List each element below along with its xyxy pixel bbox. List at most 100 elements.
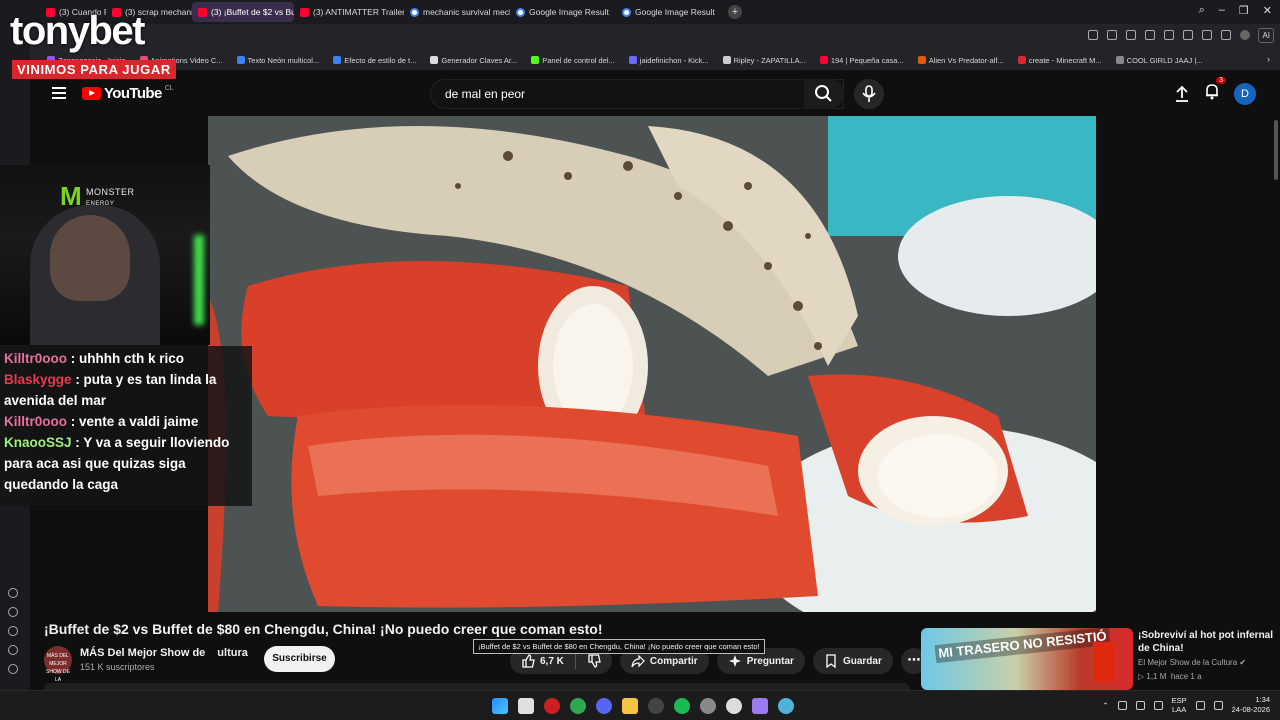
page-scrollbar[interactable] (1274, 120, 1278, 180)
recommended-channel[interactable]: El Mejor Show de la Cultura ✔ (1138, 658, 1246, 667)
channel-name[interactable]: MÁS Del Mejor Show de ultura (80, 647, 248, 659)
more-icon[interactable] (8, 664, 18, 674)
settings-gear-icon[interactable] (8, 626, 18, 636)
zoom-icon[interactable] (1088, 30, 1098, 40)
search-input[interactable] (445, 87, 745, 101)
upload-icon[interactable] (1174, 85, 1190, 103)
streamer-webcam: M MONSTER ENERGY (0, 165, 210, 345)
recommended-video-title[interactable]: ¡Sobreviví al hot pot infernal de China! (1138, 629, 1276, 655)
channel-avatar[interactable]: MÁS DEL MEJOR SHOW DE LA CULTURA (44, 646, 72, 691)
bookmark-label: Generador Claves Ar... (441, 55, 518, 65)
clock[interactable]: 1:34 24-08-2026 (1232, 695, 1270, 715)
search-button[interactable] (804, 79, 844, 109)
profile-avatar-icon[interactable] (1240, 30, 1250, 40)
new-tab-button[interactable]: + (728, 5, 742, 19)
heart-icon[interactable] (1183, 30, 1193, 40)
app-icon[interactable] (726, 698, 742, 714)
spotify-icon[interactable] (674, 698, 690, 714)
youtube-logo[interactable]: YouTube CL (82, 85, 174, 102)
play-icon[interactable] (1164, 30, 1174, 40)
tab-label: mechanic survival mechan (423, 7, 510, 17)
tab-label: (3) ANTIMATTER Trailer 20 (313, 7, 404, 17)
youtube-favicon-icon (300, 7, 309, 17)
voice-search-button[interactable] (854, 79, 884, 109)
file-explorer-icon[interactable] (622, 698, 638, 714)
steam-icon[interactable] (700, 698, 716, 714)
thumbs-down-icon (588, 654, 601, 668)
browser-tab[interactable]: Google Image Result (510, 2, 616, 22)
task-view-icon[interactable] (518, 698, 534, 714)
bookmark-save-icon (826, 654, 836, 668)
recommended-meta: ▷ 1,1 M hace 1 a (1138, 672, 1202, 681)
notifications-button[interactable]: 3 (1204, 77, 1226, 105)
bookmark-item[interactable]: Generador Claves Ar... (423, 56, 524, 65)
language-indicator[interactable]: ESP LAA (1172, 696, 1187, 714)
subscribe-button[interactable]: Suscribirse (264, 646, 335, 672)
discord-icon[interactable] (596, 698, 612, 714)
lightbulb-icon[interactable] (8, 645, 18, 655)
bookmark-label: Alien Vs Predator-alf... (928, 55, 1004, 65)
minimize-button[interactable]: – (1219, 4, 1225, 17)
microphone-icon (862, 85, 876, 102)
video-player[interactable] (208, 116, 1096, 612)
chat-message: KnaooSSJ : Y va a seguir lloviendo para … (4, 432, 248, 495)
bookmark-item[interactable]: 194 | Pequeña casa... (813, 56, 911, 65)
obs-icon[interactable] (648, 698, 664, 714)
youtube-play-icon (82, 87, 101, 100)
tray-expand-icon[interactable]: ⌃ (1102, 701, 1108, 710)
save-button[interactable]: Guardar (812, 648, 893, 674)
bell-icon (1206, 84, 1218, 100)
sponsor-name: MONSTER (86, 187, 135, 197)
hamburger-menu-icon[interactable] (52, 87, 66, 102)
cloud-tray-icon[interactable] (1135, 700, 1145, 710)
globe-app-icon[interactable] (778, 698, 794, 714)
volume-icon[interactable] (1213, 700, 1223, 710)
gem-app-icon[interactable] (752, 698, 768, 714)
chat-username: Killtr0ooo (4, 351, 67, 366)
account-avatar[interactable]: D (1234, 82, 1256, 105)
search-tabs-icon[interactable]: ⌕ (1199, 4, 1205, 17)
browser-tab[interactable]: (3) ANTIMATTER Trailer 20 (294, 2, 404, 22)
bookmark-item[interactable]: Panel de control del... (524, 56, 622, 65)
share-icon[interactable] (1107, 30, 1117, 40)
mic-tray-icon[interactable] (1153, 700, 1163, 710)
bookmark-item[interactable]: COOL GIRLD JAAJ |... (1109, 56, 1210, 65)
header-actions: 3 D (1174, 77, 1256, 105)
opera-gx-icon[interactable] (544, 698, 560, 714)
bookmark-label: jaidefinichon - Kick... (639, 55, 709, 65)
maximize-button[interactable]: ❐ (1239, 4, 1249, 17)
recommended-video-thumbnail[interactable]: MI TRASERO NO RESISTIÓ (921, 628, 1133, 690)
bookmark-item[interactable]: Efecto de estilo de t... (326, 56, 423, 65)
window-controls: ⌕ – ❐ ✕ (1199, 4, 1272, 17)
history-icon[interactable] (8, 607, 18, 617)
ai-button[interactable]: AI (1258, 28, 1274, 43)
bookmark-item[interactable]: jaidefinichon - Kick... (622, 56, 716, 65)
download-icon[interactable] (1202, 30, 1212, 40)
thumbnail-caption: MI TRASERO NO RESISTIÓ (934, 628, 1111, 664)
bookmark-item[interactable]: Ripley - ZAPATILLA... (716, 56, 813, 65)
bookmark-item[interactable]: Alien Vs Predator-alf... (911, 56, 1011, 65)
wifi-icon[interactable] (1195, 700, 1205, 710)
browser-tab[interactable]: mechanic survival mechan (404, 2, 510, 22)
recommended-age: hace 1 a (1170, 672, 1202, 681)
browser-tab[interactable]: Google Image Result (616, 2, 722, 22)
heart-icon[interactable] (8, 588, 18, 598)
sponsor-subtext: ENERGY (86, 201, 115, 207)
browser-tab-active[interactable]: (3) ¡Buffet de $2 vs Bu (192, 2, 294, 22)
bookmark-item[interactable]: create - Minecraft M... (1011, 56, 1109, 65)
chat-text: : vente a valdi jaime (70, 414, 199, 429)
bookmark-favicon-icon (531, 56, 540, 64)
windows-start-icon[interactable] (492, 698, 508, 714)
sponsor-brand-logo: tonybet (10, 9, 145, 53)
xbox-icon[interactable] (570, 698, 586, 714)
monster-claw-logo: M (60, 181, 82, 211)
menu-icon[interactable] (1221, 30, 1231, 40)
bookmarks-more-icon[interactable]: › (1267, 54, 1270, 64)
camera-icon[interactable] (1126, 30, 1136, 40)
steam-tray-icon[interactable] (1117, 700, 1127, 710)
description-box[interactable] (44, 683, 910, 690)
bookmark-label: create - Minecraft M... (1028, 55, 1102, 65)
close-window-button[interactable]: ✕ (1263, 4, 1272, 17)
bookmark-item[interactable]: Texto Neón multicol... (230, 56, 327, 65)
shield-icon[interactable] (1145, 30, 1155, 40)
